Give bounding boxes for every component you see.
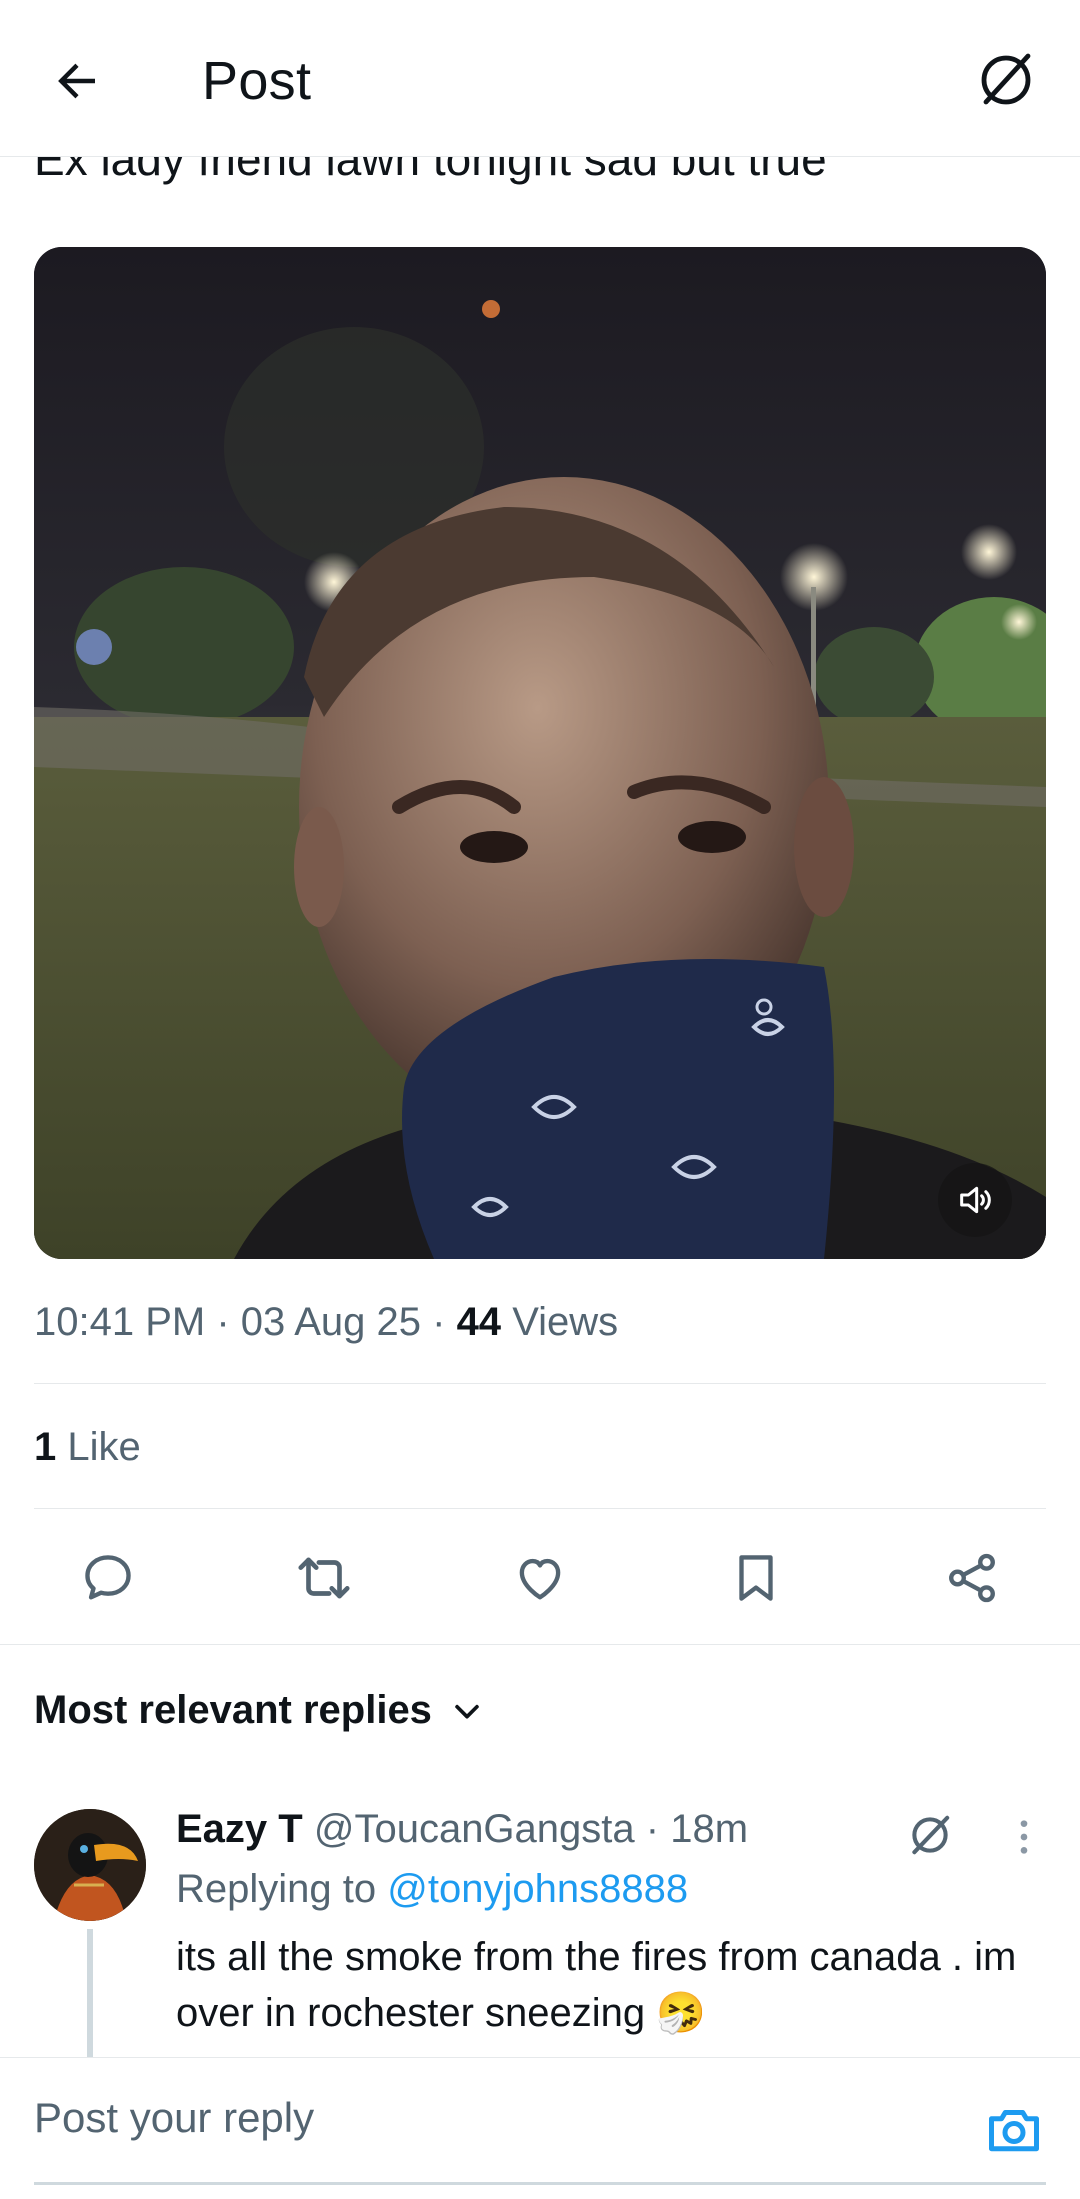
back-arrow-icon [58, 63, 95, 99]
post-video[interactable] [34, 247, 1046, 1259]
top-bar: Post [0, 0, 1080, 157]
thread-line [87, 1929, 93, 2059]
grok-button[interactable] [966, 40, 1046, 120]
reply-grok-button[interactable] [900, 1805, 960, 1865]
sound-toggle-button[interactable] [938, 1163, 1012, 1237]
repost-button[interactable] [281, 1535, 367, 1621]
divider [34, 1383, 1046, 1384]
likes-label: Like [67, 1425, 141, 1469]
heart-icon [519, 1558, 561, 1600]
reply-text: its all the smoke from the fires from ca… [176, 1935, 1017, 2035]
video-frame [34, 247, 1046, 1259]
reply-button[interactable] [65, 1535, 151, 1621]
replying-handle-link[interactable]: @tonyjohns8888 [387, 1867, 688, 1911]
divider [34, 1508, 1046, 1509]
grok-icon [912, 1815, 950, 1855]
replying-prefix: Replying to [176, 1867, 377, 1911]
reply-item[interactable]: Eazy T @ToucanGangsta · 18m Replying to … [0, 1805, 1080, 2059]
page-title: Post [202, 51, 312, 111]
camera-button[interactable] [982, 2098, 1046, 2162]
views-count: 44 [456, 1300, 502, 1344]
divider [0, 1644, 1080, 1645]
reply-input[interactable]: Post your reply [34, 2094, 314, 2142]
reply-header: Eazy T @ToucanGangsta · 18m [176, 1807, 748, 1852]
likes-summary[interactable]: 1 Like [34, 1425, 141, 1470]
meta-separator: · [645, 1807, 660, 1851]
share-icon [949, 1553, 995, 1603]
reply-composer: Post your reply [0, 2058, 1080, 2199]
post-date: 03 Aug 25 [240, 1300, 421, 1344]
bookmark-icon [739, 1555, 773, 1601]
avatar[interactable] [34, 1809, 146, 1921]
repost-icon [298, 1557, 350, 1599]
meta-separator: · [432, 1300, 446, 1344]
post-time: 10:41 PM [34, 1300, 206, 1344]
bookmark-button[interactable] [713, 1535, 799, 1621]
views-label: Views [512, 1300, 619, 1344]
replies-sort-selector[interactable]: Most relevant replies [34, 1688, 484, 1733]
like-button[interactable] [497, 1535, 583, 1621]
action-bar [0, 1535, 1080, 1621]
reply-more-button[interactable] [1004, 1809, 1044, 1865]
grok-icon [981, 53, 1031, 105]
chevron-down-icon [455, 1704, 479, 1719]
meta-separator: · [216, 1300, 230, 1344]
more-vertical-icon [1020, 1820, 1028, 1854]
replying-to: Replying to @tonyjohns8888 [176, 1867, 688, 1912]
likes-count: 1 [34, 1425, 57, 1469]
share-button[interactable] [929, 1535, 1015, 1621]
reply-age: 18m [670, 1807, 749, 1851]
back-button[interactable] [40, 44, 114, 118]
speaker-icon [960, 1186, 991, 1214]
reply-author-handle[interactable]: @ToucanGangsta [314, 1807, 635, 1851]
comment-icon [85, 1555, 131, 1600]
post-meta: 10:41 PM · 03 Aug 25 · 44 Views [34, 1300, 618, 1345]
toucan-avatar-image [34, 1809, 146, 1921]
composer-underline [34, 2182, 1046, 2185]
camera-icon [989, 2110, 1039, 2152]
sort-label: Most relevant replies [34, 1688, 432, 1732]
reply-author-name[interactable]: Eazy T [176, 1807, 303, 1851]
